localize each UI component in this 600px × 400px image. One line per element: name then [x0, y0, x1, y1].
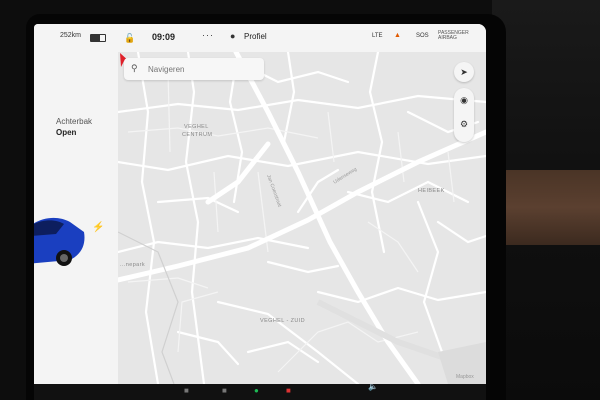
map-label-centrum-2: CENTRUM: [182, 132, 213, 138]
car-image: [34, 217, 85, 266]
search-input[interactable]: [146, 61, 260, 77]
person-icon[interactable]: ●: [230, 31, 235, 41]
app-icon-2[interactable]: ■: [222, 386, 227, 395]
network-indicator: LTE: [372, 33, 383, 39]
touchscreen: 252km 🔓 09:09 ··· ● Profiel LTE ▲ SOS PA…: [34, 24, 486, 384]
navigation-settings-button[interactable]: ➤: [454, 62, 474, 82]
status-bar: 252km 🔓 09:09 ··· ● Profiel LTE ▲ SOS PA…: [34, 24, 486, 52]
taskbar: ■ ■ ● ■ 🔈: [34, 382, 486, 400]
navigation-map[interactable]: VEGHEL CENTRUM VEGHEL - ZUID ...nepark H…: [118, 52, 486, 384]
map-roads: [118, 52, 486, 384]
map-copyright: Mapbox: [456, 374, 474, 380]
trunk-state: Open: [56, 128, 77, 137]
spotify-icon[interactable]: ●: [254, 386, 259, 395]
passenger-airbag-indicator: PASSENGER AIRBAG: [438, 30, 469, 41]
signal-icon: ▲: [394, 32, 401, 39]
range-text: 252km: [60, 32, 82, 39]
battery-icon: [90, 34, 106, 42]
map-label-zuid: VEGHEL - ZUID: [260, 318, 306, 324]
map-label-ceinspark: ...nepark: [120, 262, 146, 268]
vehicle-panel: Achterbak Open ⚡ ☆ ⏮ ■ ⏭: [34, 52, 119, 384]
map-label-heibeek: HEIBEEK: [418, 188, 445, 194]
trunk-label: Achterbak: [56, 117, 93, 126]
volume-icon[interactable]: 🔈: [368, 382, 378, 391]
more-dots-icon[interactable]: ···: [202, 30, 214, 40]
map-label-centrum-1: VEGHEL: [184, 124, 209, 130]
clock: 09:09: [152, 32, 176, 42]
trunk-status[interactable]: Achterbak Open: [56, 116, 92, 138]
sos-indicator: SOS: [416, 33, 429, 39]
settings-icon[interactable]: ⚙: [454, 116, 474, 132]
profile-button[interactable]: Profiel: [244, 32, 267, 41]
map-controls: ◉ ⚙: [454, 88, 474, 142]
location-pin-icon[interactable]: ◉: [454, 92, 474, 108]
navigation-search[interactable]: ⚲: [124, 58, 264, 80]
navigation-icon: ➤: [460, 67, 468, 77]
lock-icon[interactable]: 🔓: [124, 33, 135, 44]
charging-bolt-icon: ⚡: [92, 222, 105, 233]
search-icon: ⚲: [131, 63, 138, 73]
calendar-icon[interactable]: ■: [286, 386, 291, 395]
app-icon-1[interactable]: ■: [184, 386, 189, 395]
wood-trim: [500, 170, 600, 245]
